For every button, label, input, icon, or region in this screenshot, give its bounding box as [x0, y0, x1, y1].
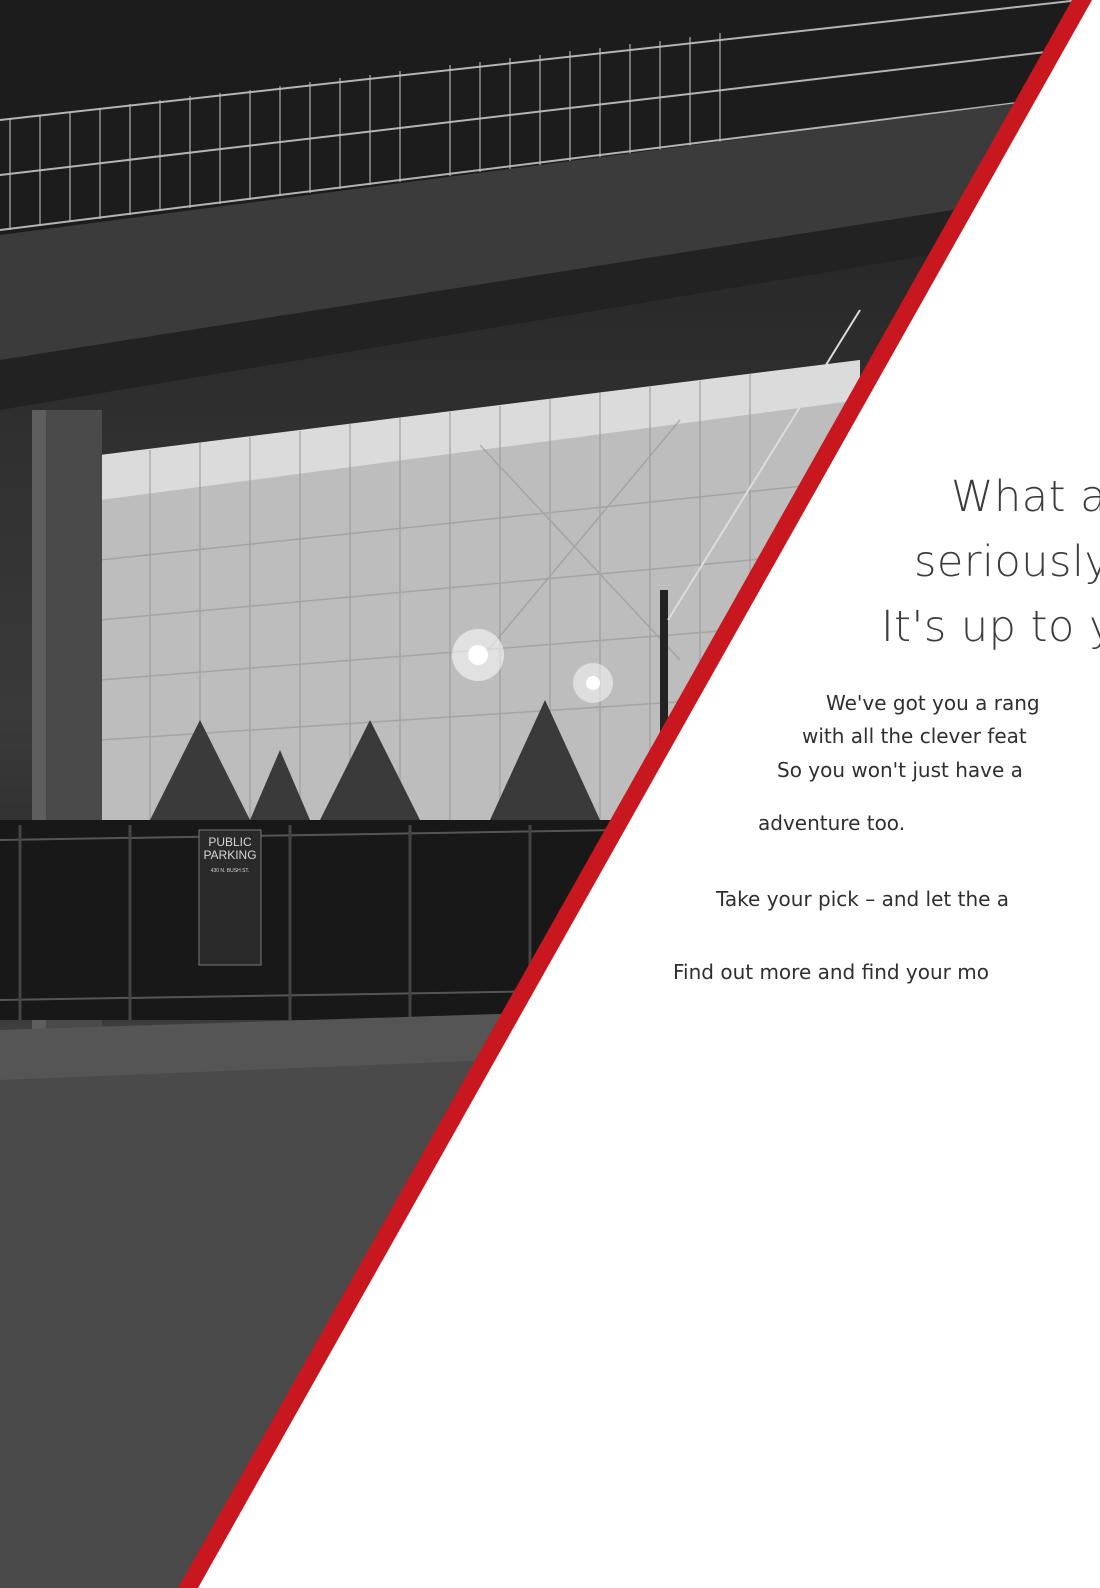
- headline-line-1: What a: [951, 472, 1100, 522]
- body-p1-line-3: So you won't just have a: [777, 758, 1023, 782]
- text-panel: What a seriously It's up to y We've got …: [0, 0, 1100, 1588]
- headline-line-3: It's up to y: [881, 602, 1100, 652]
- body-p1-line-2: with all the clever feat: [802, 724, 1027, 748]
- body-p3-line-1: Find out more and find your mo: [673, 960, 989, 984]
- body-p1-line-1: We've got you a rang: [826, 691, 1040, 715]
- body-p1-line-4: adventure too.: [758, 811, 906, 835]
- headline-line-2: seriously: [914, 537, 1100, 587]
- body-p2-line-1: Take your pick – and let the a: [716, 887, 1010, 911]
- brochure-page: PUBLIC PARKING 430 N. BUSH ST. What a se…: [0, 0, 1100, 1588]
